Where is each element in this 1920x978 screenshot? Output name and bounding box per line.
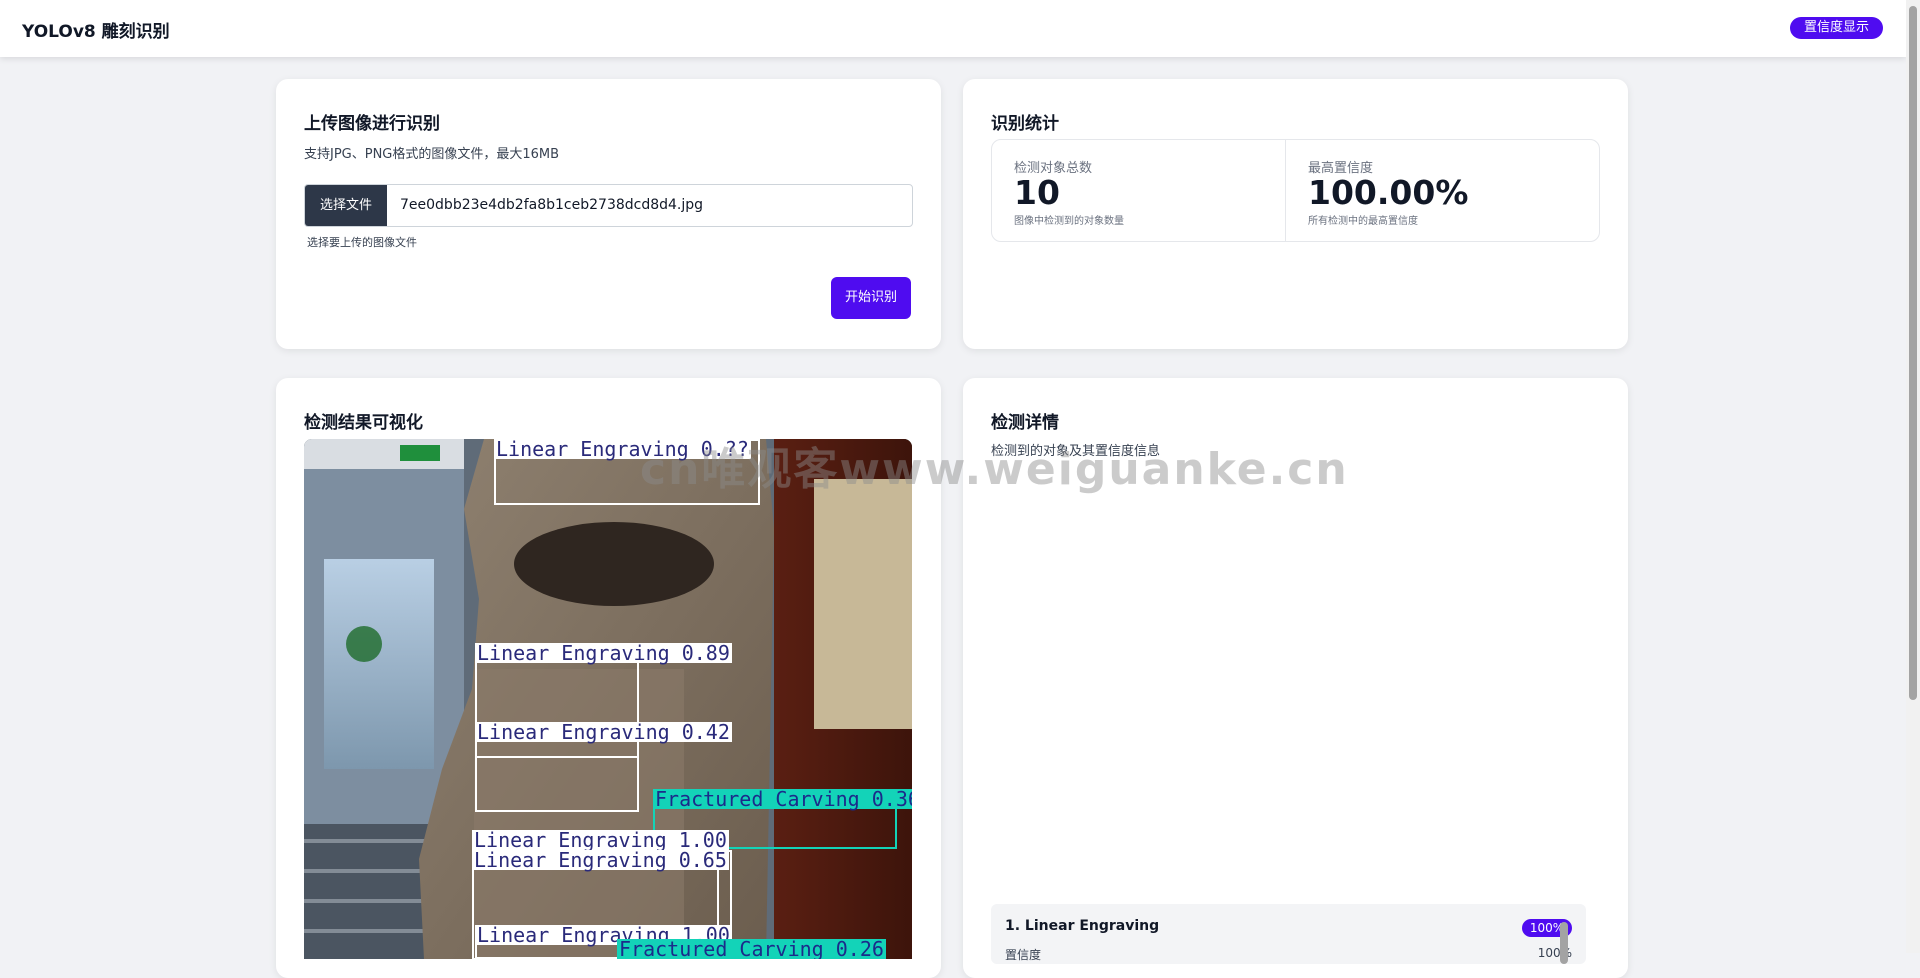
detection-label: Linear Engraving 0.65 — [472, 848, 729, 872]
page-scroll-thumb[interactable] — [1909, 6, 1917, 700]
max-confidence-note: 所有检测中的最高置信度 — [1308, 216, 1418, 227]
stats-panel: 检测对象总数 10 图像中检测到的对象数量 最高置信度 100.00% 所有检测… — [991, 139, 1600, 242]
detail-title: 检测详情 — [991, 413, 1059, 433]
stats-divider — [1285, 140, 1286, 241]
file-input[interactable]: 选择文件 7ee0dbb23e4db2fa8b1ceb2738dcd8d4.jp… — [304, 184, 913, 227]
stats-card: 识别统计 检测对象总数 10 图像中检测到的对象数量 最高置信度 100.00%… — [963, 79, 1628, 349]
detection-label: Linear Engraving 0.89 — [475, 641, 732, 665]
detail-list-item[interactable]: 1. Linear Engraving 100% 置信度 100% — [991, 904, 1586, 964]
max-confidence-value: 100.00% — [1308, 173, 1469, 212]
file-help-text: 选择要上传的图像文件 — [307, 236, 417, 249]
detection-label: Fractured Carving 0.36 — [653, 789, 912, 809]
start-recognition-button[interactable]: 开始识别 — [831, 277, 911, 319]
detail-row-label: 置信度 — [1005, 948, 1042, 962]
total-objects-value: 10 — [1014, 173, 1060, 212]
visualization-title: 检测结果可视化 — [304, 413, 423, 433]
detection-label: Linear Engraving 1.00 — [472, 828, 729, 852]
detection-result-image: Linear Engraving 0.?? Linear Engraving 0… — [304, 439, 912, 959]
upload-subtitle: 支持JPG、PNG格式的图像文件，最大16MB — [304, 147, 560, 162]
detection-label: Fractured Carving 0.26 — [617, 937, 886, 959]
watermark: cn唯观客www.weiguanke.cn — [640, 444, 1349, 495]
detection-label: Linear Engraving 0.42 — [475, 720, 732, 744]
upload-title: 上传图像进行识别 — [304, 114, 440, 134]
stats-title: 识别统计 — [991, 114, 1059, 134]
selected-file-name: 7ee0dbb23e4db2fa8b1ceb2738dcd8d4.jpg — [400, 197, 704, 213]
top-navbar: YOLOv8 雕刻识别 置信度显示 — [0, 0, 1906, 57]
confidence-display-button[interactable]: 置信度显示 — [1790, 17, 1883, 39]
app-brand[interactable]: YOLOv8 雕刻识别 — [22, 17, 170, 42]
detail-item-name: 1. Linear Engraving — [1005, 918, 1160, 934]
detail-list-scrollbar[interactable] — [1559, 904, 1569, 964]
total-objects-note: 图像中检测到的对象数量 — [1014, 216, 1124, 227]
page-scrollbar[interactable] — [1906, 0, 1920, 953]
upload-card: 上传图像进行识别 支持JPG、PNG格式的图像文件，最大16MB 选择文件 7e… — [276, 79, 941, 349]
detail-list-scroll-thumb[interactable] — [1560, 922, 1568, 964]
choose-file-button[interactable]: 选择文件 — [305, 185, 387, 226]
